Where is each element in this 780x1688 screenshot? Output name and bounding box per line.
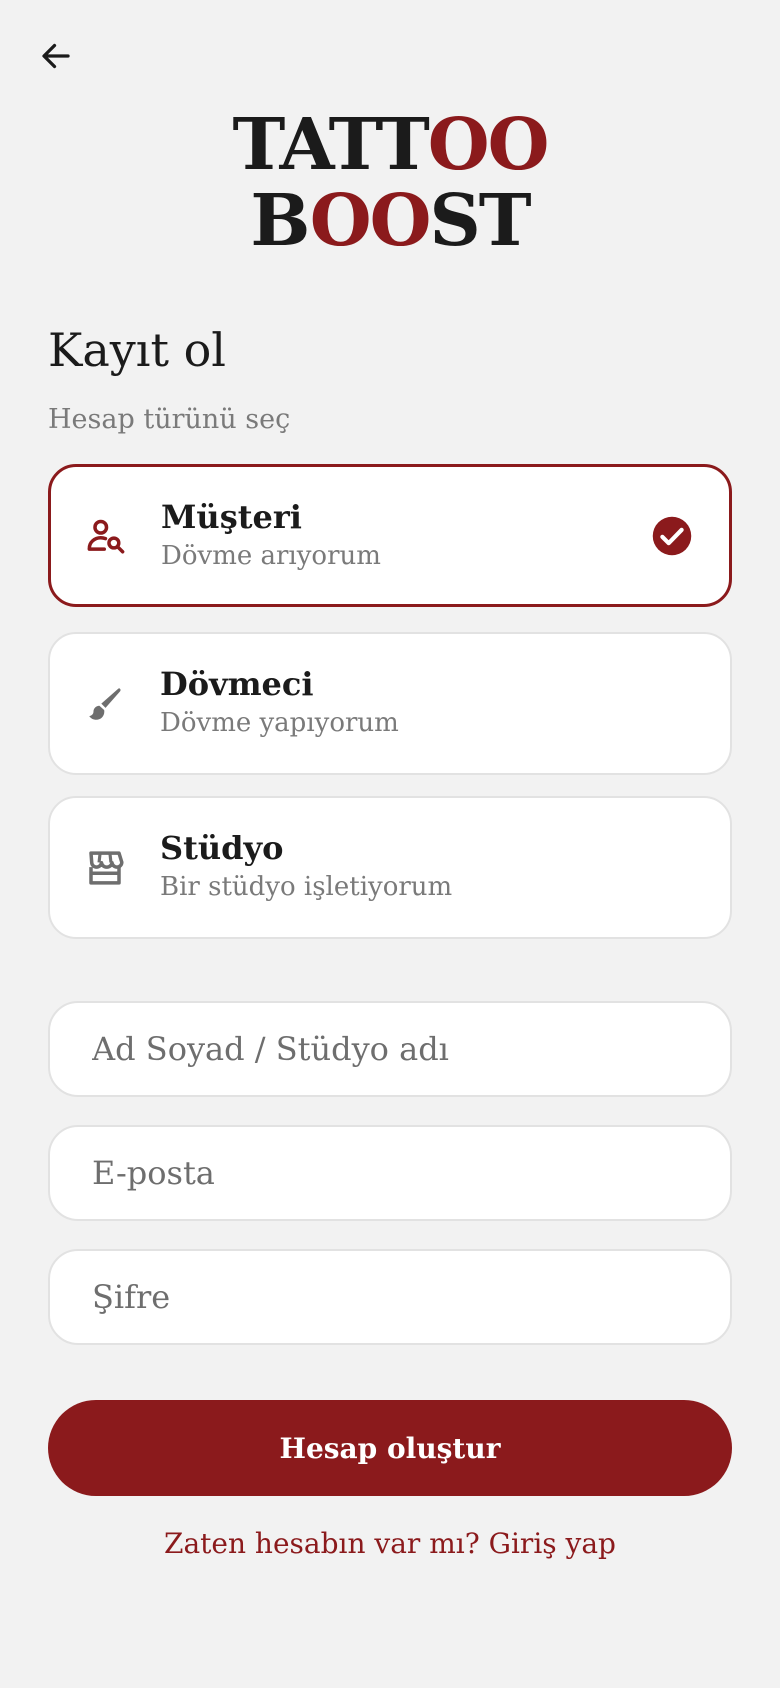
logo-text-dark: ST	[429, 178, 531, 262]
card-title: Stüdyo	[160, 829, 284, 867]
card-text: Stüdyo Bir stüdyo işletiyorum	[160, 828, 452, 904]
card-title: Müşteri	[161, 498, 302, 536]
card-title: Dövmeci	[160, 665, 314, 703]
account-type-label: Hesap türünü seç	[48, 404, 291, 435]
logo-text-dark: B	[250, 178, 311, 262]
back-button[interactable]	[30, 30, 82, 82]
password-field[interactable]	[48, 1249, 732, 1345]
card-subtitle: Dövme yapıyorum	[160, 708, 399, 738]
arrow-left-icon	[42, 43, 70, 69]
check-circle-icon	[652, 516, 692, 555]
create-account-button[interactable]: Hesap oluştur	[48, 1400, 732, 1496]
card-text: Müşteri Dövme arıyorum	[161, 497, 381, 573]
logo-text-dark: TATT	[232, 102, 430, 186]
card-subtitle: Bir stüdyo işletiyorum	[160, 872, 453, 902]
brush-icon	[84, 683, 126, 725]
card-text: Dövmeci Dövme yapıyorum	[160, 664, 399, 740]
account-type-artist[interactable]: Dövmeci Dövme yapıyorum	[48, 632, 732, 775]
login-link[interactable]: Zaten hesabın var mı? Giriş yap	[0, 1526, 780, 1562]
name-field[interactable]	[48, 1001, 732, 1097]
page-title: Kayıt ol	[48, 323, 227, 377]
person-search-icon	[85, 515, 127, 557]
card-subtitle: Dövme arıyorum	[161, 541, 381, 571]
logo-text-accent: OO	[427, 102, 550, 186]
storefront-icon	[84, 847, 126, 889]
account-type-customer[interactable]: Müşteri Dövme arıyorum	[48, 464, 732, 607]
email-field[interactable]	[48, 1125, 732, 1221]
account-type-studio[interactable]: Stüdyo Bir stüdyo işletiyorum	[48, 796, 732, 939]
app-logo: TATTOO BOOST	[0, 106, 780, 258]
logo-line-2: BOOST	[0, 182, 780, 258]
logo-text-accent: OO	[309, 178, 432, 262]
logo-line-1: TATTOO	[0, 106, 780, 182]
